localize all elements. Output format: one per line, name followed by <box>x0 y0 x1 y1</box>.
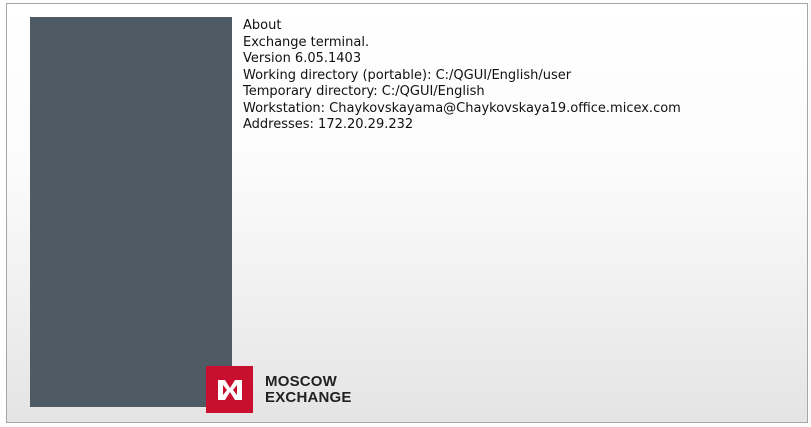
working-directory-text: Working directory (portable): C:/QGUI/En… <box>243 67 572 83</box>
logo-text: MOSCOW EXCHANGE <box>265 372 352 406</box>
about-info: About Exchange terminal. Version 6.05.14… <box>243 18 681 134</box>
about-title: About <box>243 18 282 33</box>
logo-line-1: MOSCOW <box>265 372 338 390</box>
moscow-exchange-logo: MOSCOW EXCHANGE <box>206 366 352 413</box>
about-dialog: About Exchange terminal. Version 6.05.14… <box>6 3 808 423</box>
version-text: Version 6.05.1403 <box>243 51 362 66</box>
addresses-text: Addresses: 172.20.29.232 <box>243 117 414 132</box>
side-panel <box>30 17 232 407</box>
product-name: Exchange terminal. <box>243 34 370 50</box>
temporary-directory-text: Temporary directory: C:/QGUI/English <box>243 84 485 99</box>
logo-line-2: EXCHANGE <box>265 388 352 406</box>
workstation-text: Workstation: Chaykovskayama@Chaykovskaya… <box>243 100 681 116</box>
moscow-exchange-logo-icon <box>206 366 253 413</box>
